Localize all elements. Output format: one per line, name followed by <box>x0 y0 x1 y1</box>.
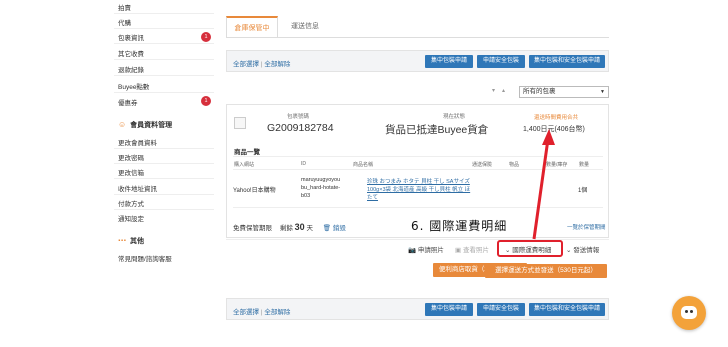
sidebar-item-edit-profile[interactable]: 更改會員資料 <box>118 137 157 147</box>
tab-shipping-info[interactable]: 運送信息 <box>280 16 330 38</box>
package-status: 貨品已抵達Buyee貨倉 <box>385 124 489 136</box>
sidebar-item-packages[interactable]: 包裹資訊 <box>118 32 144 42</box>
sidebar-item-payment[interactable]: 付款方式 <box>118 198 144 208</box>
annotation-arrow-icon <box>532 129 555 240</box>
consolidate-safe-packing-button[interactable]: 集中包裝和安全包裝申請 <box>529 55 605 68</box>
sort-up-icon[interactable]: ▴ <box>502 87 505 94</box>
sidebar-item-address[interactable]: 收件地址資訊 <box>118 183 157 193</box>
fee-label: 還送時間費用合共 <box>534 115 579 121</box>
choose-shipping-button[interactable]: 選擇運送方式並發送（530日元起） <box>485 264 607 278</box>
other-heading: ⋯ 其他 <box>118 236 144 245</box>
trash-icon[interactable]: 🗑 <box>323 225 331 232</box>
free-storage-label: 免費保管期限 <box>233 225 272 232</box>
selection-links: 全部選擇 | 全部解除 <box>233 309 291 316</box>
item-id-3: b03 <box>301 193 311 199</box>
bulk-action-bar-top: 全部選擇 | 全部解除 集中包裝申請 申請安全包裝 集中包裝和安全包裝申請 <box>226 50 609 72</box>
sidebar-item-faq[interactable]: 常見問題/諮詢客服 <box>118 253 172 263</box>
consolidate-button[interactable]: 集中包裝申請 <box>425 55 473 68</box>
chevron-down-icon: ▼ <box>600 89 605 95</box>
view-photo-link[interactable]: ▣ 查看照片 <box>455 244 489 254</box>
selection-links: 全部選擇 | 全部解除 <box>233 61 291 68</box>
divider <box>226 37 609 38</box>
col-site: 購入網站 <box>234 162 255 168</box>
package-number: G2009182784 <box>267 122 334 134</box>
divider <box>114 59 214 60</box>
divider <box>114 209 214 210</box>
remain-days: 30 <box>294 222 305 232</box>
select-all-link[interactable]: 全部選擇 <box>233 61 259 68</box>
shipping-info-link[interactable]: ⌄ 發送情報 <box>566 244 599 254</box>
sidebar-item-change-email[interactable]: 更改信箱 <box>118 167 144 177</box>
free-storage-row: 免費保管期限 剩餘 30 天 🗑 銷毀 <box>233 222 346 232</box>
col-qty: 數量 <box>579 162 590 168</box>
deselect-all-link[interactable]: 全部解除 <box>264 309 290 316</box>
bulk-action-bar-bottom: 全部選擇 | 全部解除 集中包裝申請 申請安全包裝 集中包裝和安全包裝申請 <box>226 298 609 320</box>
col-insurance: 通送保險 <box>472 162 493 168</box>
sidebar-item-proxy[interactable]: 代購 <box>118 17 131 27</box>
item-id-1: maruyuugyoyou <box>301 177 341 183</box>
divider <box>114 92 214 93</box>
sidebar: 拍賣 代購 包裹資訊 1 其它收費 退款紀錄 Buyee點數 優惠券 1 ☺ 會員… <box>0 0 215 347</box>
deselect-all-link[interactable]: 全部解除 <box>264 61 290 68</box>
days-unit: 天 <box>306 225 313 232</box>
package-number-label: 包裹號碼 <box>287 114 310 120</box>
chat-support-button[interactable] <box>672 296 706 330</box>
col-item: 物品 <box>509 162 520 168</box>
sidebar-item-refunds[interactable]: 退款紀錄 <box>118 64 144 74</box>
divider <box>114 163 214 164</box>
divider <box>114 194 214 195</box>
divider <box>114 148 214 149</box>
sidebar-item-change-password[interactable]: 更改密碼 <box>118 152 144 162</box>
item-name-link[interactable]: たて <box>367 193 378 201</box>
package-checkbox[interactable] <box>234 117 246 129</box>
consolidate-safe-packing-button[interactable]: 集中包裝和安全包裝申請 <box>529 303 605 316</box>
notification-badge: 1 <box>201 96 211 106</box>
safe-packing-button[interactable]: 申請安全包裝 <box>477 55 525 68</box>
remain-label: 剩餘 <box>279 225 293 232</box>
status-label: 現在狀態 <box>443 114 466 120</box>
divider <box>114 28 214 29</box>
storage-history-link[interactable]: 一覽於保管期間 <box>567 223 606 231</box>
image-icon: ▣ <box>455 247 462 254</box>
member-heading: ☺ 會員資料管理 <box>118 120 173 129</box>
package-filter-select[interactable]: 所有的包裹 ▼ <box>519 86 609 98</box>
chevron-down-icon: ⌄ <box>566 247 572 254</box>
tab-in-storage[interactable]: 倉庫保管中 <box>226 16 278 38</box>
package-filter-value: 所有的包裹 <box>523 88 556 95</box>
col-name: 商品名稱 <box>353 162 374 168</box>
col-id: ID <box>301 161 306 167</box>
camera-icon: 📷 <box>408 247 417 254</box>
safe-packing-button[interactable]: 申請安全包裝 <box>477 303 525 316</box>
item-name-link[interactable]: 100g×3袋 北海道産 高級 干し貝柱 帆立 ほ <box>367 185 470 193</box>
request-photo-link[interactable]: 📷 申請照片 <box>408 244 444 254</box>
select-all-link[interactable]: 全部選擇 <box>233 309 259 316</box>
annotation-caption: 6. 國際運費明細 <box>411 219 508 233</box>
consolidate-button[interactable]: 集中包裝申請 <box>425 303 473 316</box>
sidebar-item-coupons[interactable]: 優惠券 <box>118 97 138 107</box>
item-name-link[interactable]: 珍珠 おつまみ ホタテ 貝柱 干し SAサイズ <box>367 177 470 185</box>
divider <box>114 43 214 44</box>
sidebar-item-auction[interactable]: 拍賣 <box>118 2 131 12</box>
item-quantity: 1個 <box>578 188 588 194</box>
sidebar-item-points[interactable]: Buyee點數 <box>118 81 149 91</box>
sort-down-icon[interactable]: ▾ <box>492 87 495 94</box>
items-title: 商品一覽 <box>234 149 260 156</box>
dispose-link[interactable]: 銷毀 <box>333 225 346 232</box>
divider <box>114 75 214 76</box>
sidebar-item-other-fees[interactable]: 其它收費 <box>118 48 144 58</box>
item-site: Yahoo!日本購物 <box>233 188 276 194</box>
sidebar-item-notifications[interactable]: 通知設定 <box>118 213 144 223</box>
chat-bot-icon <box>681 306 697 319</box>
divider <box>114 178 214 179</box>
item-id-2: bu_hard-hotate- <box>301 185 341 191</box>
user-icon: ☺ <box>118 120 127 129</box>
dots-icon: ⋯ <box>118 236 126 245</box>
divider <box>114 13 214 14</box>
notification-badge: 1 <box>201 32 211 42</box>
